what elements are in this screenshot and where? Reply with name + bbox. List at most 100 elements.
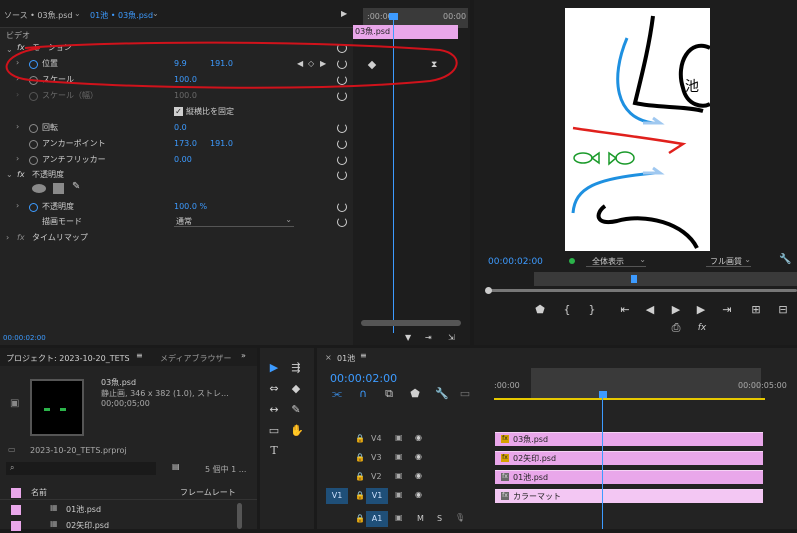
list-item[interactable]: ▦ 01池.psd <box>0 503 257 517</box>
wrench-icon[interactable]: 🔧 <box>779 254 791 265</box>
ellipse-mask-icon[interactable] <box>32 184 46 193</box>
mark-in-icon[interactable]: { <box>561 304 573 316</box>
mute-button[interactable]: M <box>417 514 424 523</box>
eye-icon[interactable]: ◉ <box>415 471 422 480</box>
reset-icon[interactable] <box>337 155 347 165</box>
export-frame-icon[interactable]: ⎙ <box>670 322 682 334</box>
microphone-icon[interactable]: 🎙 <box>455 513 465 522</box>
track-target-a1[interactable]: A1 <box>366 511 388 527</box>
sequence-tab[interactable]: 01池 <box>337 353 355 364</box>
lift-icon[interactable]: ⊞ <box>750 304 762 316</box>
source-tab[interactable]: ソース • 03魚.psd <box>4 10 72 21</box>
eye-icon[interactable]: ◉ <box>415 490 422 499</box>
blend-mode-select[interactable]: 通常 ⌄ <box>174 215 294 227</box>
fit-icon[interactable]: ⇲ <box>448 333 455 342</box>
playhead-head[interactable] <box>599 391 607 398</box>
playhead-line[interactable] <box>602 398 603 529</box>
view-select[interactable]: 全体表示 ⌄ <box>586 255 646 267</box>
eye-icon[interactable]: ◉ <box>415 452 422 461</box>
sync-icon[interactable]: ▣ <box>395 452 403 461</box>
work-area-bar[interactable] <box>494 398 765 400</box>
menu-icon[interactable]: ≡ <box>360 351 367 360</box>
quality-select[interactable]: フル画質 ⌄ <box>706 255 751 267</box>
rotation-value[interactable]: 0.0 <box>174 120 187 135</box>
nest-icon[interactable]: ⫘ <box>331 388 343 400</box>
chevron-right-icon[interactable]: › <box>16 154 19 163</box>
rectangle-tool-icon[interactable]: ▭ <box>268 425 280 437</box>
anchor-y-value[interactable]: 191.0 <box>210 136 233 151</box>
fx-icon[interactable]: fx <box>696 322 708 334</box>
timeline-timecode[interactable]: 00:00:02:00 <box>330 372 397 385</box>
uniform-scale-checkbox[interactable]: ✓ <box>174 107 183 116</box>
project-search[interactable]: ⌕ <box>6 462 156 475</box>
type-tool-icon[interactable]: T <box>268 445 280 457</box>
close-icon[interactable]: × <box>325 353 332 362</box>
lock-icon[interactable]: 🔒 <box>355 514 365 523</box>
selection-tool-icon[interactable]: ▶ <box>268 362 280 374</box>
ripple-edit-tool-icon[interactable]: ⇔ <box>268 383 280 395</box>
hand-tool-icon[interactable]: ✋ <box>290 425 304 437</box>
filter-icon[interactable]: ▼ <box>405 333 411 342</box>
chevron-down-icon[interactable]: ⌄ <box>152 9 159 18</box>
snap-icon[interactable]: ∩ <box>357 388 369 400</box>
lock-icon[interactable]: 🔒 <box>355 434 365 443</box>
clip-v1[interactable]: fx カラーマット <box>495 489 763 503</box>
sequence-tab[interactable]: 01池 • 03魚.psd <box>90 10 153 21</box>
stopwatch-icon[interactable] <box>29 140 38 149</box>
col-framerate[interactable]: フレームレート <box>180 487 236 498</box>
source-patch-v1[interactable]: V1 <box>326 488 348 504</box>
col-name[interactable]: 名前 <box>31 487 47 498</box>
chevron-right-icon[interactable]: › <box>16 201 19 210</box>
clip-thumbnail[interactable] <box>30 379 84 436</box>
step-back-icon[interactable]: ◀ <box>644 304 656 316</box>
mini-scrollbar[interactable] <box>361 320 461 326</box>
lock-icon[interactable]: 🔒 <box>355 472 365 481</box>
playhead-head[interactable] <box>389 13 398 20</box>
clip-v2[interactable]: fx 01池.psd <box>495 470 763 484</box>
play-button[interactable]: ▶ <box>670 304 682 316</box>
razor-tool-icon[interactable]: ◆ <box>290 383 302 395</box>
lock-icon[interactable]: 🔒 <box>355 453 365 462</box>
chevron-down-icon[interactable]: ⌄ <box>74 9 81 18</box>
program-timecode[interactable]: 00:00:02:00 <box>488 257 543 267</box>
reset-icon[interactable] <box>337 202 347 212</box>
export-icon[interactable]: ⇥ <box>425 333 432 342</box>
flicker-value[interactable]: 0.00 <box>174 152 192 167</box>
program-canvas[interactable]: 池 <box>565 8 710 251</box>
chevron-right-icon[interactable]: › <box>16 122 19 131</box>
track-target-v1[interactable]: V1 <box>366 488 388 504</box>
menu-icon[interactable]: ≡ <box>136 351 143 360</box>
program-playhead[interactable] <box>631 275 637 283</box>
sync-icon[interactable]: ▣ <box>395 490 403 499</box>
slip-tool-icon[interactable]: ↔ <box>268 404 280 416</box>
go-to-out-icon[interactable]: ⇥ <box>721 304 733 316</box>
eye-icon[interactable]: ◉ <box>415 433 422 442</box>
track-select-tool-icon[interactable]: ⇶ <box>290 362 302 374</box>
rect-mask-icon[interactable] <box>53 183 64 194</box>
play-triangle-icon[interactable]: ▶ <box>341 9 347 18</box>
sync-icon[interactable]: ▣ <box>395 433 403 442</box>
linked-selection-icon[interactable]: ⧉ <box>383 388 395 400</box>
camera-icon[interactable]: ▣ <box>10 398 19 409</box>
clip-v4[interactable]: fx 03魚.psd <box>495 432 763 446</box>
stopwatch-icon[interactable] <box>29 156 38 165</box>
list-item[interactable]: ▦ 02矢印.psd <box>0 519 257 533</box>
pen-mask-icon[interactable]: ✎ <box>72 181 80 192</box>
captions-icon[interactable]: ▭ <box>459 388 471 400</box>
project-scrollbar[interactable] <box>237 503 242 529</box>
sync-icon[interactable]: ▣ <box>395 471 403 480</box>
wrench-icon[interactable]: 🔧 <box>435 388 449 400</box>
clip-v3[interactable]: fx 02矢印.psd <box>495 451 763 465</box>
ec-timecode[interactable]: 00:00:02:00 <box>3 334 46 342</box>
reset-icon[interactable] <box>337 217 347 227</box>
stopwatch-icon[interactable] <box>29 203 38 212</box>
chevron-right-icon[interactable]: › <box>6 233 9 242</box>
step-forward-icon[interactable]: ▶ <box>695 304 707 316</box>
reset-icon[interactable] <box>337 139 347 149</box>
zoom-handle[interactable] <box>485 287 492 294</box>
project-tab[interactable]: プロジェクト: 2023-10-20_TETS <box>6 353 130 364</box>
stopwatch-icon[interactable] <box>29 124 38 133</box>
zoom-bar[interactable] <box>488 289 797 292</box>
new-bin-icon[interactable]: ▤ <box>172 462 180 471</box>
work-area[interactable] <box>531 368 761 400</box>
